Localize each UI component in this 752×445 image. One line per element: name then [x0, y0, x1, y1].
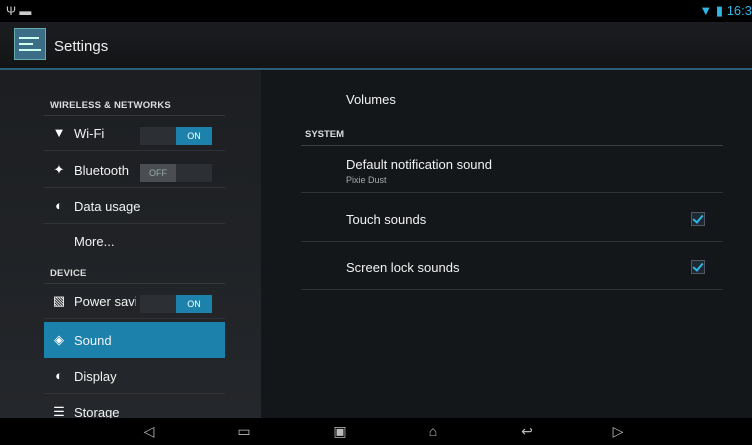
back-icon[interactable]: ↩ — [512, 422, 542, 440]
divider — [301, 241, 723, 242]
volume-up-icon[interactable]: ▷ — [606, 422, 630, 440]
screen-lock-sounds-item[interactable]: Screen lock sounds — [346, 260, 459, 275]
settings-sidebar: WIRELESS & NETWORKS ▼ Wi-Fi ON ✦ Bluetoo… — [0, 70, 261, 418]
status-icons: ▼ ▮ 16:3 — [699, 3, 752, 19]
toggle-state: ON — [176, 295, 212, 313]
home-icon[interactable]: ⌂ — [418, 422, 448, 440]
bluetooth-icon: ✦ — [53, 162, 65, 177]
sidebar-item-wifi[interactable]: ▼ Wi-Fi ON — [44, 117, 225, 151]
divider — [44, 223, 225, 224]
divider — [44, 318, 225, 319]
sidebar-item-storage[interactable]: ☰ Storage — [44, 396, 225, 419]
status-bar: Ψ ▬ ▼ ▮ 16:3 — [0, 0, 752, 22]
sidebar-item-label: Bluetooth — [74, 163, 129, 178]
power-saving-toggle[interactable]: ON — [140, 295, 212, 313]
sidebar-item-power-saving[interactable]: ▧ Power saving ON — [44, 285, 225, 319]
screenshot-icon[interactable]: ▣ — [326, 422, 354, 440]
toggle-state: OFF — [140, 164, 176, 182]
sidebar-item-display[interactable]: ◐ Display — [44, 360, 225, 394]
section-header-device: DEVICE — [50, 268, 87, 279]
bluetooth-toggle[interactable]: OFF — [140, 164, 212, 182]
usb-notification-icon: Ψ ▬ — [6, 4, 32, 18]
section-header-wireless: WIRELESS & NETWORKS — [50, 100, 171, 111]
divider — [44, 283, 225, 284]
divider — [44, 393, 225, 394]
divider — [44, 115, 225, 116]
sidebar-item-sound[interactable]: ◈ Sound — [44, 322, 225, 358]
power-saving-icon: ▧ — [52, 293, 66, 308]
sidebar-item-label: Display — [74, 369, 117, 384]
sidebar-item-label: Sound — [74, 333, 112, 348]
battery-icon: ▮ — [715, 3, 724, 18]
divider — [301, 289, 723, 290]
sidebar-item-bluetooth[interactable]: ✦ Bluetooth OFF — [44, 154, 225, 188]
touch-sounds-checkbox[interactable] — [691, 212, 705, 226]
touch-sounds-item[interactable]: Touch sounds — [346, 212, 426, 227]
default-notification-sound-item[interactable]: Default notification sound — [346, 157, 492, 172]
volume-down-icon[interactable]: ◁ — [138, 422, 160, 440]
sidebar-item-label: Data usage — [74, 199, 141, 214]
storage-icon: ☰ — [53, 404, 65, 419]
divider — [44, 187, 225, 188]
sidebar-item-more[interactable]: More... — [44, 225, 225, 259]
recent-apps-icon[interactable]: ▭ — [230, 422, 258, 440]
screen-lock-sounds-checkbox[interactable] — [691, 260, 705, 274]
volumes-item[interactable]: Volumes — [346, 92, 396, 107]
divider — [44, 150, 225, 151]
page-title: Settings — [54, 38, 109, 55]
clock: 16:3 — [726, 3, 752, 18]
divider — [301, 192, 723, 193]
divider — [301, 145, 723, 146]
sidebar-item-label: Storage — [74, 405, 120, 418]
display-icon: ◐ — [55, 368, 63, 383]
navigation-bar: ◁ ▭ ▣ ⌂ ↩ ▷ — [0, 418, 752, 445]
sidebar-item-data-usage[interactable]: ◐ Data usage — [44, 190, 225, 224]
sidebar-item-label: Power saving — [74, 294, 136, 309]
sound-icon: ◈ — [54, 332, 64, 347]
action-bar: Settings — [0, 22, 752, 70]
sidebar-item-label: Wi-Fi — [74, 126, 105, 141]
sound-settings-panel: Volumes SYSTEM Default notification soun… — [261, 70, 752, 418]
toggle-state: ON — [176, 127, 212, 145]
notification-sound-value: Pixie Dust — [346, 175, 387, 185]
wifi-toggle[interactable]: ON — [140, 127, 212, 145]
data-usage-icon: ◐ — [55, 198, 63, 213]
sidebar-item-label: More... — [74, 234, 115, 249]
section-header-system: SYSTEM — [305, 129, 345, 140]
settings-app-icon[interactable] — [14, 28, 46, 60]
wifi-signal-icon: ▼ — [699, 3, 713, 18]
wifi-icon: ▼ — [52, 125, 66, 140]
